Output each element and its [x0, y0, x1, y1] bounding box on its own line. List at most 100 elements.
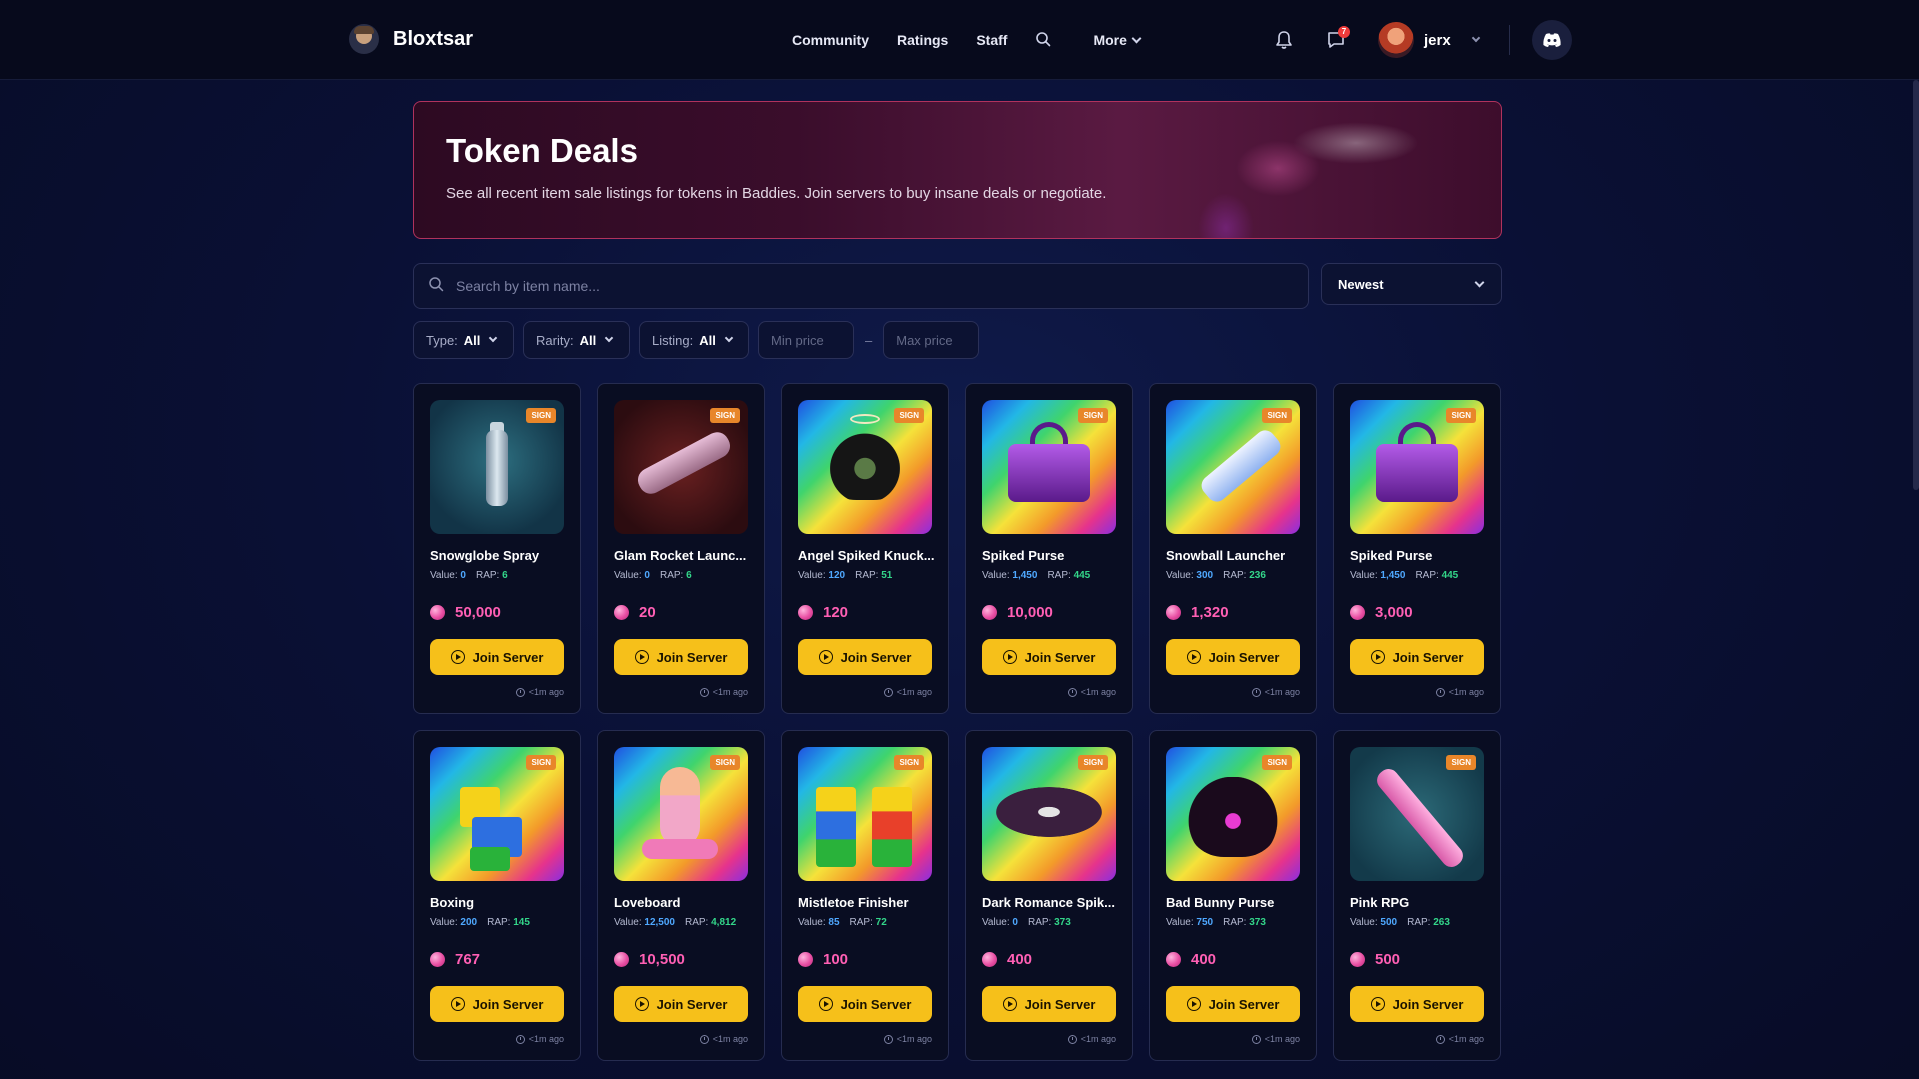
- sort-select[interactable]: Newest: [1321, 263, 1502, 305]
- knuckles-wings-shape: [822, 430, 908, 500]
- spray-can-shape: [486, 430, 508, 506]
- search-bar[interactable]: [413, 263, 1309, 309]
- item-image: SIGN: [614, 747, 748, 881]
- join-server-button[interactable]: Join Server: [1350, 986, 1484, 1022]
- join-server-button[interactable]: Join Server: [1350, 639, 1484, 675]
- token-price: 1,320: [1191, 604, 1229, 621]
- more-menu[interactable]: More: [1093, 32, 1142, 48]
- nav-link-community[interactable]: Community: [792, 32, 869, 48]
- sign-badge: SIGN: [526, 755, 556, 770]
- item-image: SIGN: [430, 400, 564, 534]
- listing-card[interactable]: SIGN Dark Romance Spik... Value: 0 RAP: 3…: [965, 730, 1133, 1061]
- listing-time: <1m ago: [1435, 687, 1484, 697]
- join-server-label: Join Server: [1392, 996, 1464, 1012]
- token-gem-icon: [982, 952, 997, 967]
- listing-card[interactable]: SIGN Boxing Value: 200 RAP: 145 767 Join …: [413, 730, 581, 1061]
- item-rap: 263: [1433, 917, 1450, 928]
- max-price-input[interactable]: [883, 321, 980, 359]
- price-row: 500: [1350, 951, 1400, 968]
- price-row: 120: [798, 604, 848, 621]
- character-shape: [660, 767, 700, 847]
- join-server-button[interactable]: Join Server: [430, 639, 564, 675]
- nav-link-ratings[interactable]: Ratings: [897, 32, 948, 48]
- messages-chat-icon[interactable]: 7: [1322, 26, 1350, 54]
- item-image: SIGN: [982, 747, 1116, 881]
- listing-card[interactable]: SIGN Loveboard Value: 12,500 RAP: 4,812 1…: [597, 730, 765, 1061]
- page-title: Token Deals: [446, 132, 638, 169]
- item-name: Snowglobe Spray: [430, 548, 540, 563]
- sort-selected-value: Newest: [1338, 276, 1384, 292]
- item-value: 300: [1196, 570, 1214, 581]
- listing-time: <1m ago: [1067, 1034, 1116, 1044]
- join-server-label: Join Server: [1208, 649, 1280, 665]
- nav-divider: [1508, 25, 1510, 55]
- clock-icon: [699, 687, 709, 697]
- value-label: Value:: [614, 570, 642, 581]
- token-price: 500: [1375, 951, 1401, 968]
- token-gem-icon: [614, 605, 629, 620]
- time-ago: <1m ago: [896, 687, 932, 697]
- item-rap: 6: [686, 570, 692, 581]
- item-name: Spiked Purse: [982, 548, 1065, 563]
- listing-card[interactable]: SIGN Bad Bunny Purse Value: 750 RAP: 373 …: [1149, 730, 1317, 1061]
- join-server-button[interactable]: Join Server: [1166, 986, 1300, 1022]
- item-image: SIGN: [1350, 747, 1484, 881]
- page-scrollbar[interactable]: [1913, 80, 1919, 490]
- user-menu[interactable]: jerx: [1378, 22, 1480, 58]
- nav-link-staff[interactable]: Staff: [976, 32, 1007, 48]
- listing-card[interactable]: SIGN Spiked Purse Value: 1,450 RAP: 445 3…: [1333, 383, 1501, 714]
- brand-logo[interactable]: Bloxtsar: [349, 24, 473, 54]
- search-icon[interactable]: [1035, 31, 1053, 49]
- clock-icon: [1251, 687, 1261, 697]
- listing-card[interactable]: SIGN Pink RPG Value: 500 RAP: 263 500 Joi…: [1333, 730, 1501, 1061]
- item-stats: Value: 1,450 RAP: 445: [1350, 570, 1458, 581]
- listing-card[interactable]: SIGN Snowball Launcher Value: 300 RAP: 23…: [1149, 383, 1317, 714]
- token-price: 50,000: [455, 604, 501, 621]
- join-server-button[interactable]: Join Server: [430, 986, 564, 1022]
- join-server-button[interactable]: Join Server: [1166, 639, 1300, 675]
- price-row: 10,000: [982, 604, 1053, 621]
- play-circle-icon: [1186, 650, 1201, 664]
- time-ago: <1m ago: [1448, 1034, 1484, 1044]
- join-server-button[interactable]: Join Server: [614, 986, 748, 1022]
- time-ago: <1m ago: [712, 1034, 748, 1044]
- play-circle-icon: [450, 997, 465, 1011]
- listings-grid: SIGN Snowglobe Spray Value: 0 RAP: 6 50,0…: [413, 383, 1501, 1061]
- item-value: 750: [1196, 917, 1214, 928]
- item-stats: Value: 85 RAP: 72: [798, 917, 887, 928]
- join-server-label: Join Server: [656, 996, 728, 1012]
- rap-label: RAP:: [659, 570, 684, 581]
- join-server-button[interactable]: Join Server: [982, 639, 1116, 675]
- item-image: SIGN: [430, 747, 564, 881]
- listing-card[interactable]: SIGN Mistletoe Finisher Value: 85 RAP: 72…: [781, 730, 949, 1061]
- filter-rarity-dropdown[interactable]: Rarity: All: [523, 321, 630, 359]
- play-circle-icon: [450, 650, 465, 664]
- listing-time: <1m ago: [1251, 1034, 1300, 1044]
- search-input[interactable]: [456, 278, 1276, 294]
- filter-listing-dropdown[interactable]: Listing: All: [639, 321, 749, 359]
- join-server-button[interactable]: Join Server: [798, 986, 932, 1022]
- listing-card[interactable]: SIGN Glam Rocket Launc... Value: 0 RAP: 6…: [597, 383, 765, 714]
- notifications-bell-icon[interactable]: [1270, 26, 1298, 54]
- join-server-button[interactable]: Join Server: [614, 639, 748, 675]
- item-name: Mistletoe Finisher: [798, 895, 909, 910]
- item-name: Glam Rocket Launc...: [614, 548, 747, 563]
- snowball-launcher-shape: [1197, 426, 1285, 506]
- listing-card[interactable]: SIGN Snowglobe Spray Value: 0 RAP: 6 50,0…: [413, 383, 581, 714]
- join-server-button[interactable]: Join Server: [982, 986, 1116, 1022]
- value-label: Value:: [1350, 917, 1378, 928]
- sign-badge: SIGN: [894, 408, 924, 423]
- token-gem-icon: [798, 952, 813, 967]
- rap-label: RAP:: [1223, 570, 1247, 581]
- join-server-button[interactable]: Join Server: [798, 639, 932, 675]
- nav-links: Community Ratings Staff More: [792, 31, 1142, 49]
- discord-icon[interactable]: [1531, 20, 1572, 60]
- token-price: 400: [1007, 951, 1033, 968]
- rap-label: RAP:: [855, 570, 879, 581]
- filter-type-dropdown[interactable]: Type: All: [413, 321, 514, 359]
- listing-card[interactable]: SIGN Angel Spiked Knuck... Value: 120 RAP…: [781, 383, 949, 714]
- item-name: Boxing: [430, 895, 475, 910]
- hoverboard-shape: [642, 839, 718, 859]
- listing-card[interactable]: SIGN Spiked Purse Value: 1,450 RAP: 445 1…: [965, 383, 1133, 714]
- min-price-input[interactable]: [758, 321, 854, 359]
